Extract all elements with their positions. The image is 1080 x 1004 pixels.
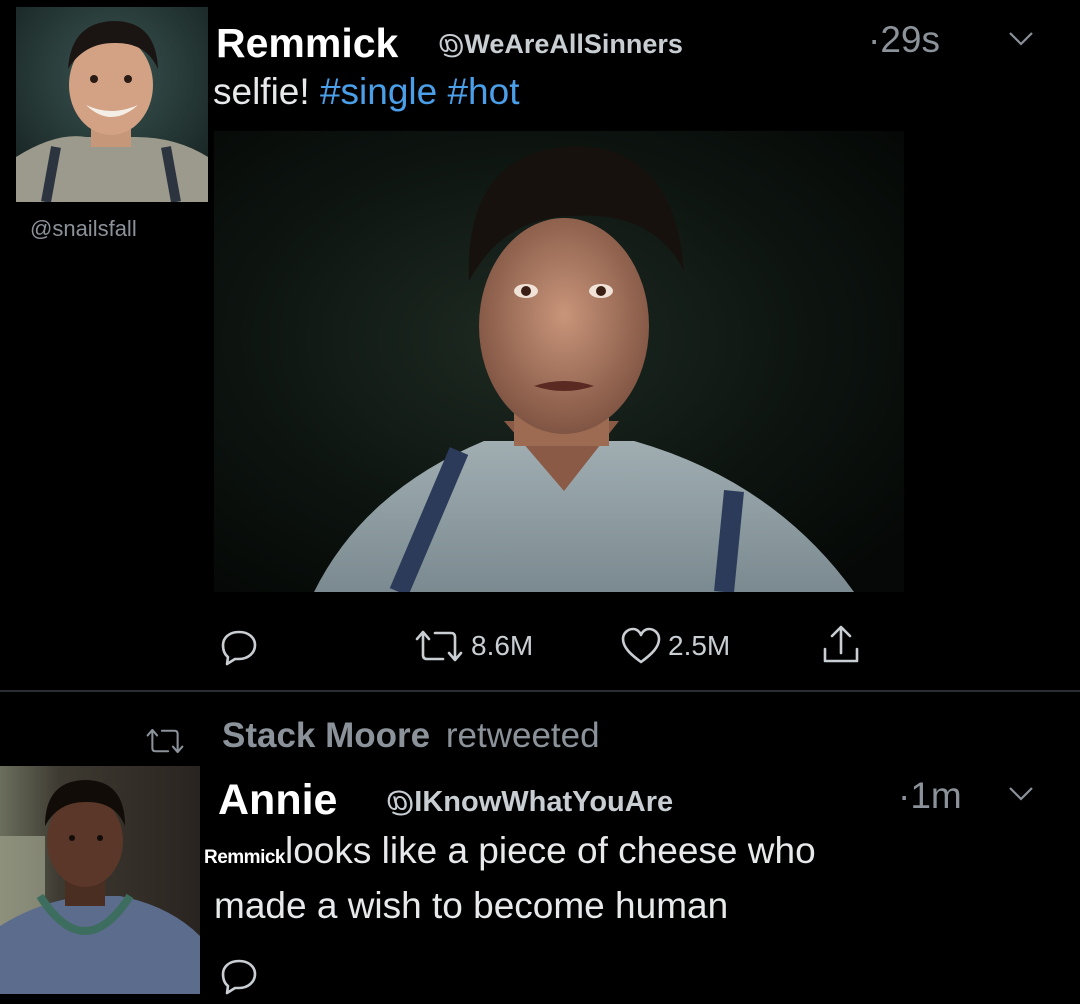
avatar-remmick-image bbox=[16, 7, 208, 202]
retweet-author-name[interactable]: Annie bbox=[218, 776, 337, 824]
reply-icon bbox=[221, 630, 257, 666]
like-icon bbox=[621, 627, 661, 664]
timestamp-value: 29s bbox=[880, 19, 940, 60]
retweet-text-line1: Remmicklooks like a piece of cheese who bbox=[204, 829, 816, 880]
retweet-count: 8.6M bbox=[471, 630, 534, 661]
share-icon bbox=[823, 625, 859, 663]
retweeted-icon bbox=[146, 728, 184, 754]
tweet-photo[interactable] bbox=[214, 131, 904, 592]
retweet-reply-button[interactable] bbox=[219, 957, 259, 995]
like-count: 2.5M bbox=[668, 630, 731, 661]
retweet-icon bbox=[415, 630, 463, 662]
tweet-timestamp[interactable]: ·29s bbox=[868, 20, 940, 60]
share-button[interactable] bbox=[820, 623, 862, 665]
character-tag: Remmick bbox=[204, 847, 286, 868]
retweet-header: Stack Moore retweeted bbox=[222, 716, 600, 756]
watermark-credit: @snailsfall bbox=[30, 216, 137, 241]
like-button[interactable]: 2.5M bbox=[620, 627, 730, 665]
retweet-timestamp[interactable]: ·1m bbox=[898, 776, 962, 816]
tweet-author-handle[interactable]: @WeAreAllSinners bbox=[438, 28, 683, 60]
avatar-annie[interactable] bbox=[0, 766, 200, 994]
tweet-divider bbox=[0, 690, 1080, 692]
retweet-indicator bbox=[142, 726, 188, 756]
hashtag-hot[interactable]: #hot bbox=[447, 71, 519, 112]
retweet-text-line2: made a wish to become human bbox=[214, 885, 729, 926]
timestamp-value: 1m bbox=[910, 775, 962, 816]
reply-button[interactable] bbox=[219, 628, 259, 666]
tweet-photo-image bbox=[214, 131, 904, 592]
chevron-down-icon[interactable] bbox=[1006, 28, 1036, 48]
retweeted-text: retweeted bbox=[445, 716, 600, 755]
avatar-remmick[interactable] bbox=[16, 7, 208, 202]
tweet-handle-text: WeAreAllSinners bbox=[464, 29, 683, 59]
tweet-text-plain: selfie! bbox=[213, 71, 310, 112]
tweet-text: selfie! #single #hot bbox=[213, 70, 520, 114]
retweet-text-1: looks like a piece of cheese who bbox=[285, 830, 816, 871]
hashtag-single[interactable]: #single bbox=[320, 71, 437, 112]
tweet-author-name[interactable]: Remmick bbox=[216, 20, 398, 66]
at-sign-icon: @ bbox=[438, 29, 465, 59]
timestamp-dot: · bbox=[898, 775, 911, 816]
at-sign-icon: @ bbox=[386, 786, 415, 818]
reply-icon bbox=[221, 959, 257, 995]
retweet-author-handle[interactable]: @IKnowWhatYouAre bbox=[386, 785, 673, 819]
retweet-handle-text: IKnowWhatYouAre bbox=[414, 786, 674, 818]
retweeter-name[interactable]: Stack Moore bbox=[222, 716, 430, 755]
avatar-annie-image bbox=[0, 766, 200, 994]
timestamp-dot: · bbox=[868, 19, 881, 60]
chevron-down-icon[interactable] bbox=[1006, 783, 1036, 803]
retweet-button[interactable]: 8.6M bbox=[413, 627, 533, 665]
